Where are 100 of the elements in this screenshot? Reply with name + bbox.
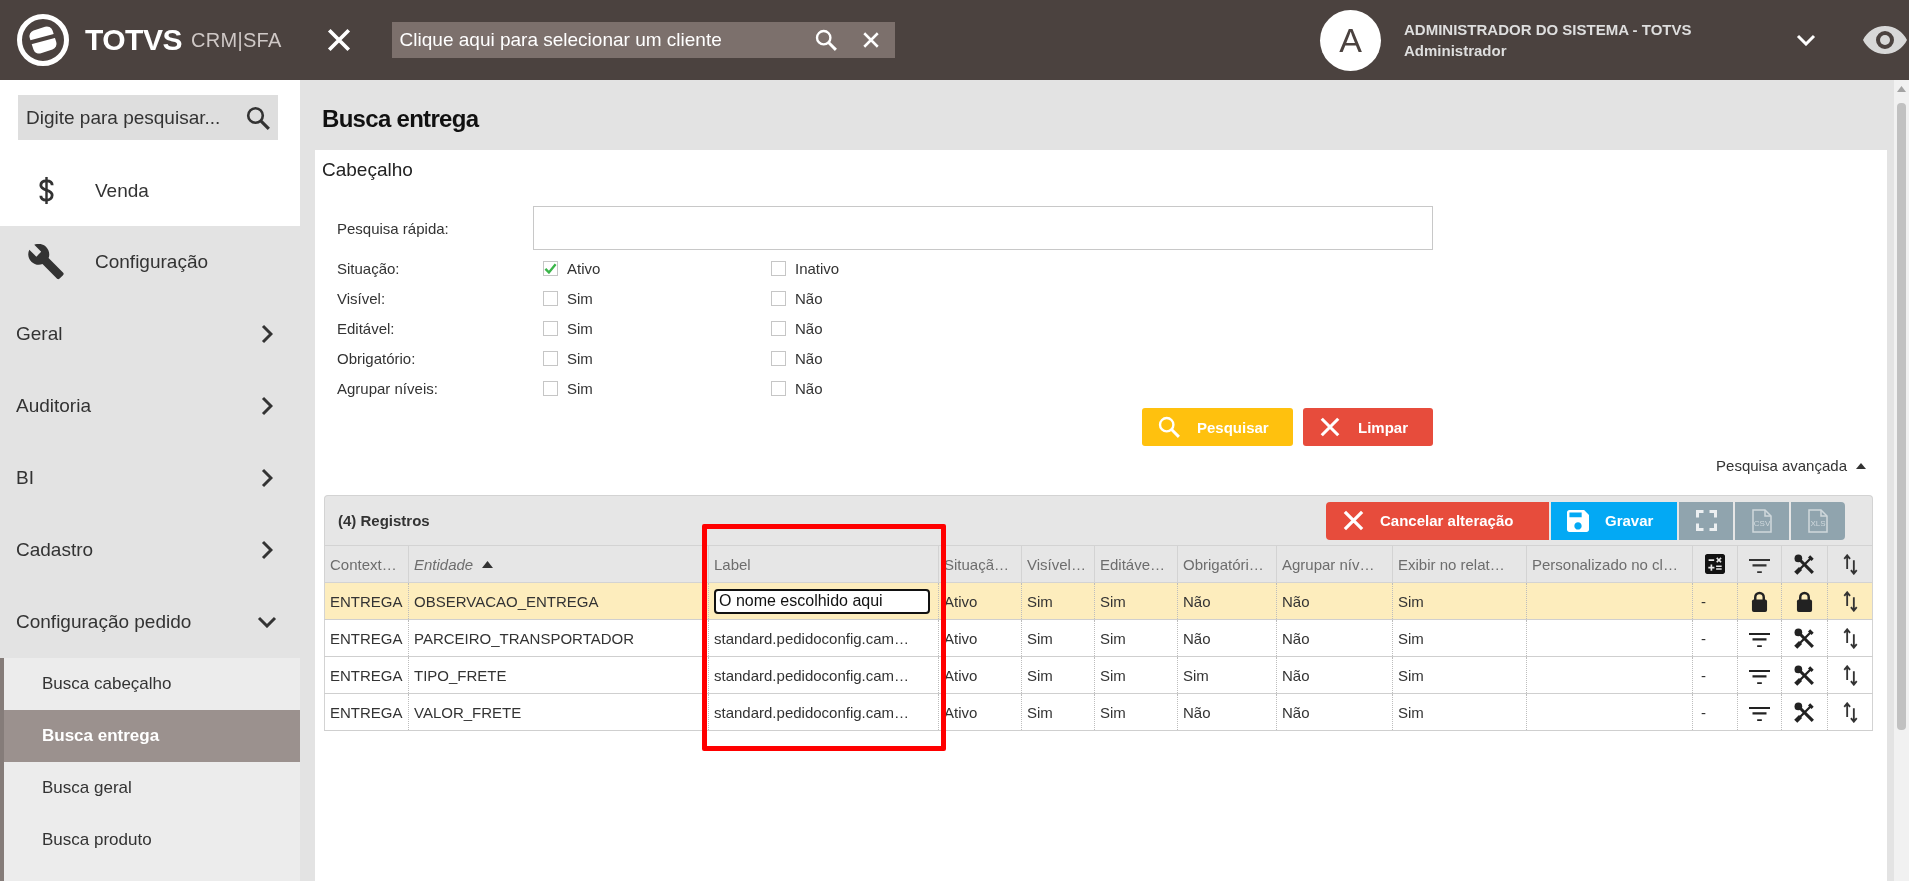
brand-name: TOTVS: [85, 23, 182, 57]
table-row[interactable]: ENTREGA VALOR_FRETE standard.pedidoconfig.cam… Ativo Sim Sim Não Não Sim -: [324, 693, 1873, 731]
column-header[interactable]: Context…: [324, 545, 409, 583]
close-icon: [1342, 509, 1365, 532]
column-header[interactable]: Editáve…: [1094, 545, 1178, 583]
scrollbar-thumb[interactable]: [1897, 103, 1906, 730]
checkbox[interactable]: [771, 320, 786, 336]
checkbox[interactable]: [543, 380, 558, 396]
checkbox[interactable]: [771, 380, 786, 396]
scrollbar[interactable]: [1894, 80, 1909, 881]
table-cell: Sim: [1392, 619, 1527, 657]
table-row[interactable]: ENTREGA TIPO_FRETE standard.pedidoconfig.cam… Ativo Sim Sim Sim Não Sim -: [324, 656, 1873, 694]
column-header[interactable]: Agrupar nív…: [1276, 545, 1393, 583]
file-icon: [1752, 508, 1772, 533]
checkbox[interactable]: [543, 320, 558, 336]
sort-arrows-icon[interactable]: [1842, 664, 1858, 686]
sidebar-item[interactable]: Geral: [0, 298, 300, 370]
column-header[interactable]: Obrigatóri…: [1177, 545, 1277, 583]
sidebar-search-field[interactable]: Digite para pesquisar...: [18, 95, 278, 140]
column-header[interactable]: Exibir no relat…: [1392, 545, 1527, 583]
sort-arrows-icon[interactable]: [1842, 590, 1858, 612]
submenu-item[interactable]: Busca produto: [4, 814, 300, 866]
filter-icon[interactable]: [1749, 558, 1770, 573]
calculator-icon[interactable]: [1705, 554, 1725, 574]
checkbox[interactable]: [771, 290, 786, 306]
close-icon: [1319, 416, 1341, 438]
table-cell: Sim: [1021, 656, 1095, 694]
sort-arrows-icon[interactable]: [1842, 553, 1858, 575]
chevron-down-icon[interactable]: [1796, 34, 1816, 46]
client-search-field[interactable]: Clique aqui para selecionar um cliente: [391, 22, 895, 58]
table-cell: Sim: [1094, 619, 1178, 657]
checkbox[interactable]: [543, 350, 558, 366]
table-cell: Não: [1276, 693, 1393, 731]
search-icon[interactable]: [814, 29, 837, 51]
tools-icon[interactable]: [1794, 701, 1815, 723]
menu-item[interactable]: Venda: [0, 155, 300, 226]
submenu-item[interactable]: Busca cabeçalho: [4, 658, 300, 710]
filter-icon[interactable]: [1749, 632, 1770, 647]
column-header[interactable]: Personalizado no cl…: [1526, 545, 1693, 583]
checkbox-label: Sim: [567, 379, 593, 397]
table-cell: Sim: [1021, 619, 1095, 657]
table-cell: OBSERVACAO_ENTREGA: [408, 582, 709, 620]
table-row[interactable]: ENTREGA OBSERVACAO_ENTREGA O nome escolhido aqui Ativo Sim Sim Não Não Sim -: [324, 582, 1873, 620]
sidebar-item[interactable]: Configuração pedido: [0, 586, 300, 658]
tools-icon[interactable]: [1794, 627, 1815, 649]
table-cell: standard.pedidoconfig.cam…: [708, 656, 939, 694]
table-cell: ENTREGA: [324, 656, 409, 694]
clear-button[interactable]: Limpar: [1303, 408, 1433, 446]
submenu-item[interactable]: Busca geral: [4, 762, 300, 814]
table-cell: Ativo: [938, 582, 1022, 620]
table-cell: Sim: [1392, 693, 1527, 731]
checkbox[interactable]: [771, 350, 786, 366]
close-icon[interactable]: [325, 27, 352, 53]
search-icon: [1158, 416, 1180, 438]
column-header[interactable]: Entidade: [414, 555, 474, 573]
tools-icon[interactable]: [1794, 664, 1815, 686]
sidebar-item[interactable]: Auditoria: [0, 370, 300, 442]
table-row[interactable]: ENTREGA PARCEIRO_TRANSPORTADOR standard.pedidoconfig.cam… Ativo Sim Sim Não Não Sim -: [324, 619, 1873, 657]
search-icon[interactable]: [246, 106, 270, 130]
table-cell: Não: [1177, 693, 1277, 731]
field-label: Agrupar níveis:: [337, 379, 438, 397]
table-cell: Não: [1276, 619, 1393, 657]
table-cell: Sim: [1021, 582, 1095, 620]
label-input-field[interactable]: O nome escolhido aqui: [714, 588, 930, 614]
column-header[interactable]: Visível…: [1021, 545, 1095, 583]
filter-icon[interactable]: [1749, 669, 1770, 684]
table-cell: VALOR_FRETE: [408, 693, 709, 731]
checkbox-label: Não: [795, 289, 823, 307]
table-cell: -: [1692, 619, 1738, 657]
eye-icon[interactable]: [1863, 26, 1907, 54]
file-icon: [1808, 508, 1828, 533]
column-header[interactable]: Situaçã…: [938, 545, 1022, 583]
sort-arrows-icon[interactable]: [1842, 701, 1858, 723]
checkbox[interactable]: [771, 260, 786, 276]
sort-ascending-icon[interactable]: [482, 560, 494, 568]
sidebar-item[interactable]: BI: [0, 442, 300, 514]
tools-icon[interactable]: [1794, 553, 1815, 575]
advanced-search-link[interactable]: Pesquisa avançada: [1716, 457, 1866, 474]
quick-search-field[interactable]: [533, 206, 1433, 250]
filter-icon[interactable]: [1749, 706, 1770, 721]
field-label: Pesquisa rápida:: [337, 219, 449, 237]
field-label: Editável:: [337, 319, 395, 337]
table-cell: Não: [1276, 656, 1393, 694]
product-name: CRM|SFA: [190, 28, 282, 52]
user-avatar[interactable]: A: [1320, 9, 1381, 71]
table-cell: PARCEIRO_TRANSPORTADOR: [408, 619, 709, 657]
sidebar-item[interactable]: Cadastro: [0, 514, 300, 586]
table-cell: -: [1692, 656, 1738, 694]
dollar-icon: [37, 176, 55, 205]
checkbox[interactable]: [543, 290, 558, 306]
column-header[interactable]: Label: [708, 545, 939, 583]
record-count: (4) Registros: [338, 512, 430, 529]
caret-up-icon: [1856, 462, 1866, 469]
sort-arrows-icon[interactable]: [1842, 627, 1858, 649]
clear-icon[interactable]: [861, 31, 880, 49]
table-cell: Sim: [1392, 582, 1527, 620]
cancel-button[interactable]: Cancelar alteração: [1326, 501, 1549, 540]
table-cell: ENTREGA: [324, 693, 409, 731]
checkbox[interactable]: [543, 260, 558, 276]
table-cell: Sim: [1094, 582, 1178, 620]
